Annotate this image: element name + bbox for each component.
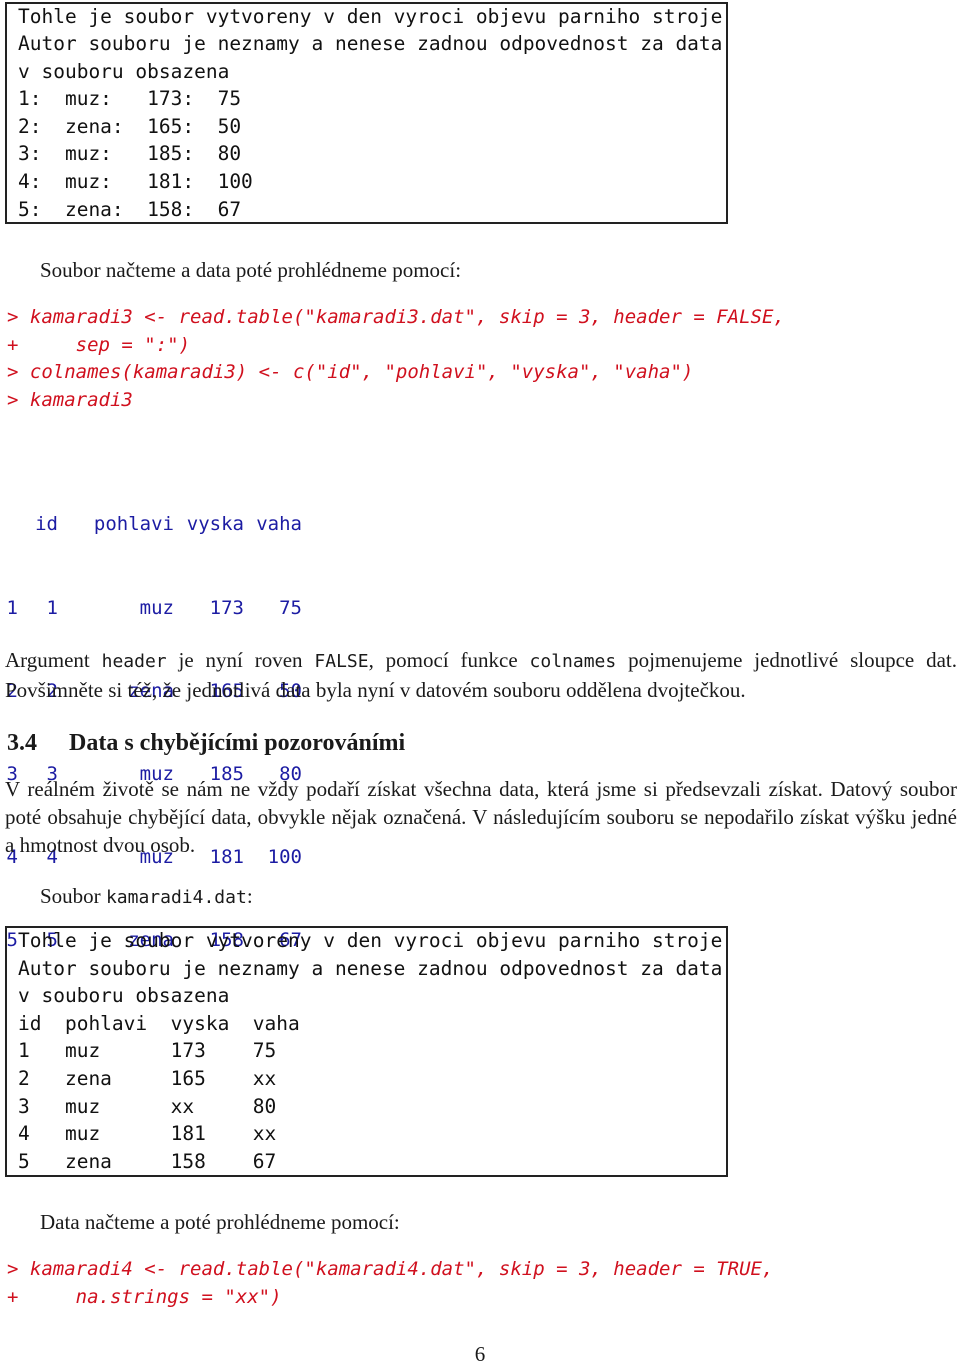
inline-code: header [101,651,167,672]
code-line: > colnames(kamaradi3) <- c("id", "pohlav… [7,361,694,383]
intro-paragraph-1: Soubor načteme a data poté prohlédneme p… [40,258,462,282]
code-line: > kamaradi3 [7,389,133,411]
section-number: 3.4 [7,730,37,756]
file3-line: 5: zena: 158: 67 [18,198,242,221]
explanation-paragraph: Argument header je nyní roven FALSE, pom… [5,646,957,704]
code-line: > kamaradi4 <- read.table("kamaradi4.dat… [7,1258,774,1280]
file4-line: 4 muz 181 xx [18,1122,277,1145]
code-line: > kamaradi3 <- read.table("kamaradi3.dat… [7,306,785,328]
file4-line: 5 zena 158 67 [18,1150,277,1173]
cell-vyska: 173 [209,596,244,619]
cell-pohlavi: muz [139,596,174,619]
section-heading: 3.4 Data s chybějícími pozorováními [7,730,405,757]
text: je nyní roven [166,648,315,672]
file4-line: v souboru obsazena [18,984,230,1007]
header-cell: pohlavi [93,513,174,536]
file4-line: Autor souboru je neznamy a nenese zadnou… [18,957,723,980]
r-output-header: id pohlavi vyska vaha [4,511,302,539]
file4-line: 3 muz xx 80 [18,1095,277,1118]
text: Argument [5,648,102,672]
file3-line: v souboru obsazena [18,60,230,83]
r-output-row: 1 1 muz 173 75 [4,595,302,623]
header-cell: vaha [256,513,302,536]
header-cell: id [35,513,58,536]
inline-code: FALSE [314,651,369,672]
section-title: Data s chybějícími pozorováními [69,730,406,756]
code-line: + sep = ":") [7,334,191,356]
header-cell: vyska [186,513,244,536]
code-line: + na.strings = "xx") [7,1286,282,1308]
file3-line: 1: muz: 173: 75 [18,87,242,110]
file3-line: 2: zena: 165: 50 [18,115,242,138]
file4-label: Soubor kamaradi4.dat: [40,882,253,912]
file4-line: 1 muz 173 75 [18,1039,277,1062]
inline-code: colnames [529,651,617,672]
file4-line: id pohlavi vyska vaha [18,1012,300,1035]
text: , pomocí funkce [368,648,530,672]
text: : [246,884,253,908]
file4-line: Tohle je soubor vytvoreny v den vyroci o… [18,929,723,952]
section-paragraph: V reálném životě se nám ne vždy podaří z… [5,777,957,857]
row-name: 1 [6,596,18,619]
cell-vaha: 75 [279,596,302,619]
file3-line: Tohle je soubor vytvoreny v den vyroci o… [18,5,723,28]
text: Soubor [40,884,106,908]
inline-code-filename: kamaradi4.dat [105,887,247,908]
cell-id: 1 [46,596,58,619]
file4-line: 2 zena 165 xx [18,1067,277,1090]
file3-line: Autor souboru je neznamy a nenese zadnou… [18,32,723,55]
file3-line: 3: muz: 185: 80 [18,142,242,165]
page-number: 6 [474,1342,486,1366]
intro-paragraph-2: Data načteme a poté prohlédneme pomocí: [40,1210,400,1234]
file3-line: 4: muz: 181: 100 [18,170,253,193]
